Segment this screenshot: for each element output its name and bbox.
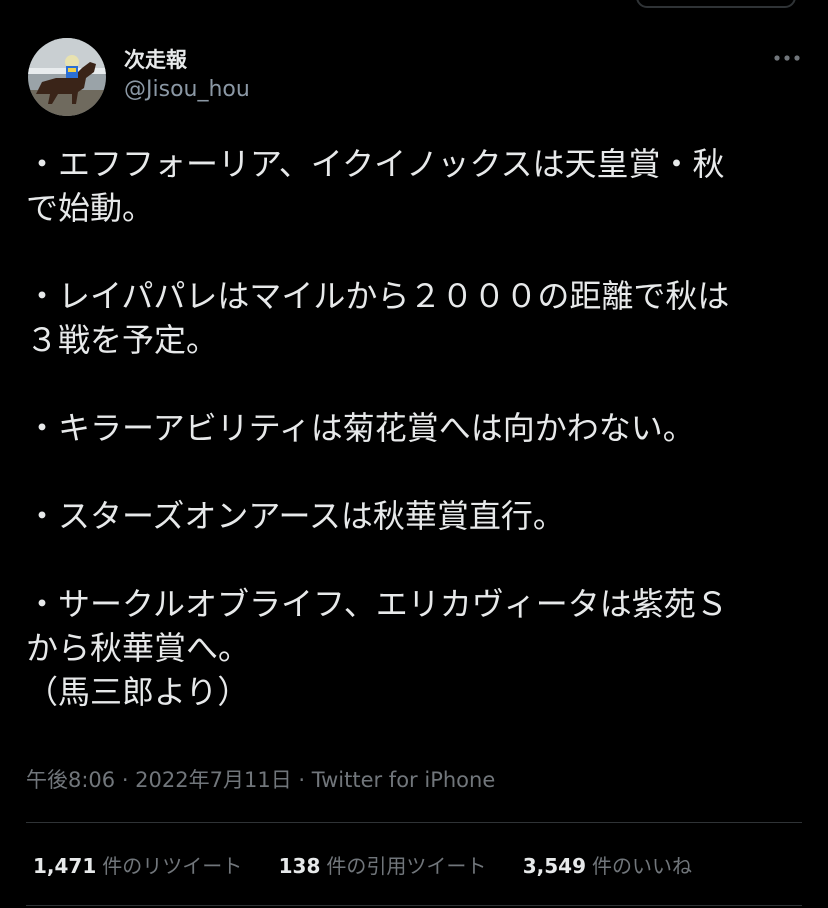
retweets-stat[interactable]: 1,471 件のリツイート xyxy=(33,850,242,879)
tweet-header: 次走報 @Jisou_hou xyxy=(28,38,802,118)
tweet-text-line: （馬三郎より） xyxy=(26,673,250,711)
likes-stat[interactable]: 3,549 件のいいね xyxy=(523,850,692,879)
divider xyxy=(26,822,802,823)
quote-count: 138 xyxy=(278,854,321,878)
quotes-stat[interactable]: 138 件の引用ツイート xyxy=(279,850,487,879)
tweet-timestamp[interactable]: 午後8:06 · 2022年7月11日 · xyxy=(26,768,312,792)
tweet-text-blank xyxy=(26,230,806,274)
tweet-metadata: 午後8:06 · 2022年7月11日 · Twitter for iPhone xyxy=(26,764,495,794)
tweet-text-line: ・レイパパレはマイルから２０００の距離で秋は xyxy=(26,277,730,315)
quote-label: 件の引用ツイート xyxy=(326,854,487,878)
tweet-text: ・エフフォーリア、イクイノックスは天皇賞・秋 で始動。 ・レイパパレはマイルから… xyxy=(26,142,806,714)
tweet-source[interactable]: Twitter for iPhone xyxy=(312,768,496,792)
retweet-count: 1,471 xyxy=(33,854,97,878)
tweet-text-blank xyxy=(26,362,806,406)
tweet-text-blank xyxy=(26,538,806,582)
tweet-text-line: ・エフフォーリア、イクイノックスは天皇賞・秋 xyxy=(26,145,725,183)
like-count: 3,549 xyxy=(522,854,586,878)
user-handle[interactable]: @Jisou_hou xyxy=(124,77,250,102)
top-button-edge[interactable] xyxy=(636,0,796,8)
like-label: 件のいいね xyxy=(592,854,692,878)
tweet-text-blank xyxy=(26,450,806,494)
tweet-text-line: ・スターズオンアースは秋華賞直行。 xyxy=(26,497,565,535)
tweet-text-line: ３戦を予定。 xyxy=(26,321,219,359)
retweet-label: 件のリツイート xyxy=(102,854,243,878)
tweet-stats: 1,471 件のリツイート 138 件の引用ツイート 3,549 件のいいね xyxy=(33,850,722,880)
divider xyxy=(26,905,802,906)
tweet-text-line: ・キラーアビリティは菊花賞へは向かわない。 xyxy=(26,409,695,447)
tweet-text-line: で始動。 xyxy=(26,189,155,227)
display-name[interactable]: 次走報 xyxy=(124,44,187,74)
more-dots-icon[interactable] xyxy=(772,46,802,70)
horse-racing-avatar-icon[interactable] xyxy=(28,38,106,116)
tweet-text-line: ・サークルオブライフ、エリカヴィータは紫苑Ｓ xyxy=(26,585,728,623)
tweet-text-line: から秋華賞へ。 xyxy=(26,629,251,667)
